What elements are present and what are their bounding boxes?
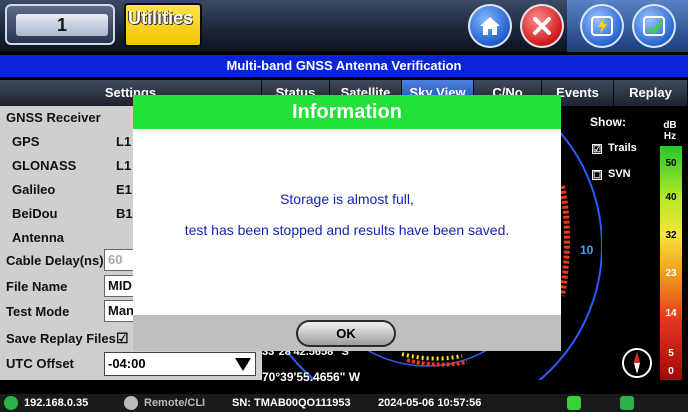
status-bar: 192.168.0.35 Remote/CLI SN: TMAB00QO1119… [0, 394, 688, 412]
signal-strength-scale: 50 40 32 23 14 5 0 [660, 146, 682, 380]
top-bar: 1 Utilities [0, 0, 688, 52]
utilities-label: Utilities [128, 8, 194, 28]
save-replay-checkbox[interactable]: ☑ [116, 330, 129, 347]
port-selector[interactable]: 1 [5, 4, 115, 45]
db-unit-label: dB Hz [660, 120, 680, 142]
compass-needle-icon [634, 352, 640, 374]
remote-status: Remote/CLI [144, 397, 206, 409]
dropdown-arrow-icon [235, 358, 251, 371]
quick-launch-button[interactable] [580, 4, 624, 48]
db-tick: 50 [665, 158, 677, 169]
ip-status-icon [4, 396, 18, 410]
save-results-button[interactable] [632, 4, 676, 48]
trails-toggle[interactable]: ☑ Trails [592, 142, 637, 154]
compass-icon[interactable] [622, 348, 652, 378]
beidou-value: B1 [116, 206, 133, 221]
save-replay-label: Save Replay Files [6, 331, 116, 346]
db-tick: 14 [665, 308, 677, 319]
galileo-value: E1 [116, 182, 132, 197]
db-tick: 0 [668, 366, 674, 377]
db-unit-line2: Hz [663, 131, 677, 142]
dialog-message-line2: test has been stopped and results have b… [184, 222, 510, 238]
serial-number: SN: TMAB00QO111953 [232, 397, 351, 409]
svn-checkbox[interactable]: ☐ [592, 170, 602, 180]
db-tick: 5 [668, 348, 674, 359]
longitude-readout: 70°39'55.4656" W [262, 370, 361, 384]
ip-address: 192.168.0.35 [24, 397, 89, 409]
ok-button[interactable]: OK [296, 320, 396, 347]
remote-icon [124, 396, 138, 410]
db-tick: 23 [665, 268, 677, 279]
utc-offset-value: -04:00 [108, 356, 146, 371]
svn-label: SVN [608, 168, 631, 180]
port-number: 1 [16, 14, 108, 36]
utc-offset-label: UTC Offset [6, 356, 74, 371]
battery-icon [567, 396, 581, 410]
utilities-button[interactable]: Utilities [124, 3, 202, 47]
information-dialog: Information Storage is almost full, test… [133, 95, 561, 351]
network-icon [620, 396, 634, 410]
glonass-label: GLONASS [12, 158, 77, 173]
cable-delay-label: Cable Delay(ns) [6, 253, 104, 268]
db-tick: 32 [665, 230, 677, 241]
file-name-label: File Name [6, 279, 68, 294]
trails-label: Trails [608, 142, 637, 154]
date-time: 2024-05-06 10:57:56 [378, 397, 482, 409]
gps-label: GPS [12, 134, 40, 149]
dialog-title: Information [133, 95, 561, 129]
page-title: Multi-band GNSS Antenna Verification [0, 55, 688, 77]
lightning-icon [591, 16, 613, 36]
tab-replay[interactable]: Replay [614, 80, 688, 106]
gnss-receiver-label: GNSS Receiver [6, 110, 101, 125]
db-unit-line1: dB [663, 120, 677, 131]
dialog-message-line1: Storage is almost full, [280, 191, 414, 207]
show-label: Show: [590, 115, 626, 129]
save-icon [643, 16, 665, 36]
close-button[interactable] [520, 4, 564, 48]
antenna-label: Antenna [12, 230, 64, 245]
gps-value: L1 [116, 134, 132, 149]
test-mode-label: Test Mode [6, 304, 70, 319]
beidou-label: BeiDou [12, 206, 58, 221]
home-icon [480, 17, 500, 35]
close-icon [533, 17, 551, 35]
trails-checkbox[interactable]: ☑ [592, 144, 602, 154]
svn-toggle[interactable]: ☐ SVN [592, 168, 631, 180]
glonass-value: L1 [116, 158, 132, 173]
utc-offset-select[interactable]: -04:00 [104, 352, 256, 376]
home-button[interactable] [468, 4, 512, 48]
galileo-label: Galileo [12, 182, 56, 197]
satellite-label: 10 [580, 243, 594, 257]
db-tick: 40 [665, 192, 677, 203]
dialog-body: Storage is almost full, test has been st… [133, 129, 561, 315]
